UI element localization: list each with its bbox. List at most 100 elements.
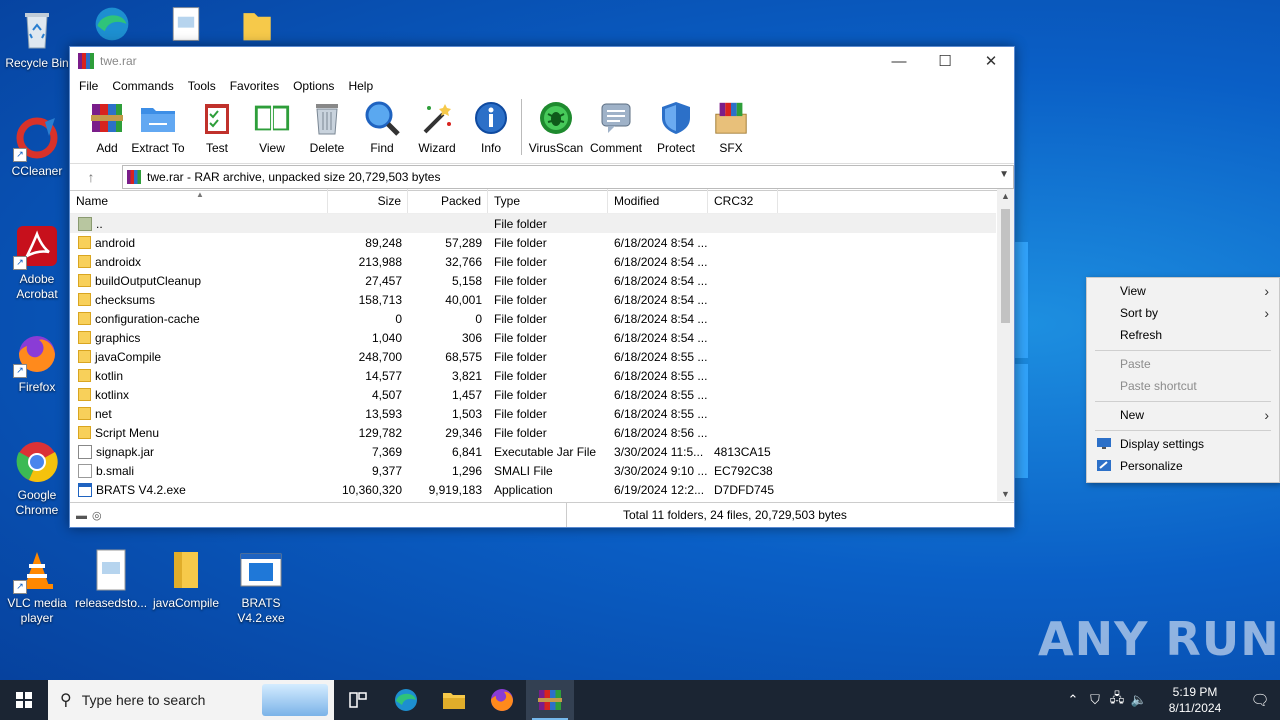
folder-icon [78,407,91,420]
taskbar-firefox-button[interactable] [478,680,526,720]
table-row[interactable]: kotlinx 4,507 1,457 File folder 6/18/2024 8:… [70,385,996,404]
find-button[interactable]: Find [356,99,408,155]
menu-tools[interactable]: Tools [181,79,223,93]
scroll-up-arrow-icon[interactable]: ▲ [997,191,1014,201]
info-button[interactable]: Info [466,99,516,155]
delete-button[interactable]: Delete [298,99,356,155]
desktop-icon-firefox[interactable]: ↗ Firefox [1,332,73,395]
view-button[interactable]: View [246,99,298,155]
file-packed-cell: 0 [475,311,482,326]
context-item-sort-by[interactable]: Sort by › [1087,302,1279,324]
desktop-icon-label: Recycle Bin [5,56,69,70]
menu-commands[interactable]: Commands [105,79,180,93]
desktop-icon-javacompile[interactable]: javaCompile [150,548,222,611]
desktop-icon-recycle-bin[interactable]: Recycle Bin [1,8,73,71]
table-row[interactable]: b.smali 9,377 1,296 SMALI File 3/30/2024 9:1… [70,461,996,480]
network-icon[interactable]: 🖧 [1106,689,1128,711]
add-button[interactable]: Add [86,99,128,155]
desktop-icon-vlc[interactable]: ↗ VLC media player [1,548,73,626]
context-item-new[interactable]: New › [1087,404,1279,426]
table-row[interactable]: android 89,248 57,289 File folder 6/18/2024 … [70,233,996,252]
title-bar[interactable]: twe.rar — ☐ ✕ [70,47,1014,75]
file-name-cell: BRATS V4.2.exe [70,482,328,497]
chevron-up-icon[interactable]: ⌃ [1062,692,1084,708]
table-row[interactable]: configuration-cache 0 0 File folder 6/18/202… [70,309,996,328]
extract-to-button[interactable]: Extract To [128,99,188,155]
file-list[interactable]: Name Size Packed Type Modified CRC32 .. F… [70,189,996,501]
column-size[interactable]: Size [328,189,408,213]
test-button[interactable]: Test [188,99,246,155]
context-item-personalize[interactable]: Personalize [1087,455,1279,477]
desktop-icon-folder-top[interactable] [222,4,294,52]
desktop-icon-brats[interactable]: BRATS V4.2.exe [225,548,297,626]
file-crc-cell: EC792C38 [714,463,773,478]
menu-favorites[interactable]: Favorites [223,79,286,93]
winrar-window[interactable]: twe.rar — ☐ ✕ File Commands Tools Favori… [69,46,1015,528]
table-row[interactable]: graphics 1,040 306 File folder 6/18/2024 8:5… [70,328,996,347]
archive-path-field[interactable]: twe.rar - RAR archive, unpacked size 20,… [122,165,1014,189]
table-row[interactable]: javaCompile 248,700 68,575 File folder 6/18/… [70,347,996,366]
column-type[interactable]: Type [488,189,608,213]
context-item-view[interactable]: View › [1087,280,1279,302]
desktop-icon-adobe-acrobat[interactable]: ↗ Adobe Acrobat [1,224,73,302]
scroll-down-arrow-icon[interactable]: ▼ [997,489,1014,499]
file-explorer-icon [443,693,465,709]
chevron-down-icon[interactable]: ▼ [999,169,1009,180]
table-row[interactable]: Script Menu 129,782 29,346 File folder 6/18/… [70,423,996,442]
context-item-refresh[interactable]: Refresh [1087,324,1279,346]
taskbar-explorer-button[interactable] [430,680,478,720]
desktop-icon-google-chrome[interactable]: Google Chrome [1,440,73,518]
volume-icon[interactable]: 🔈 [1128,692,1150,708]
table-row[interactable]: checksums 158,713 40,001 File folder 6/18/20… [70,290,996,309]
test-clipboard-icon [198,99,236,137]
table-row[interactable]: .. File folder [70,214,996,233]
up-arrow-icon[interactable]: ↑ [78,169,104,185]
table-row[interactable]: BRATS V4.2.exe 10,360,320 9,919,183 Applica… [70,480,996,499]
file-type-cell: File folder [494,235,547,250]
desktop-icon-released[interactable]: releasedsto... [75,548,147,611]
protect-button[interactable]: Protect [647,99,705,155]
minimize-button[interactable]: — [876,47,922,75]
close-button[interactable]: ✕ [968,47,1014,75]
file-packed-cell: 1,457 [451,387,482,402]
context-item-paste[interactable]: Paste [1087,353,1279,375]
column-crc32[interactable]: CRC32 [708,189,778,213]
column-modified[interactable]: Modified [608,189,708,213]
table-row[interactable]: net 13,593 1,503 File folder 6/18/2024 8:55 … [70,404,996,423]
table-row[interactable]: androidx 213,988 32,766 File folder 6/18/202… [70,252,996,271]
context-item-paste-shortcut[interactable]: Paste shortcut [1087,375,1279,397]
sfx-button[interactable]: SFX [705,99,757,155]
column-packed[interactable]: Packed [408,189,488,213]
context-item-display-settings[interactable]: Display settings [1087,433,1279,455]
taskbar-edge-button[interactable] [382,680,430,720]
table-row[interactable]: kotlin 14,577 3,821 File folder 6/18/2024 8:… [70,366,996,385]
clock[interactable]: 5:19 PM 8/11/2024 [1156,684,1234,716]
taskbar-winrar-button[interactable] [526,680,574,720]
menu-options[interactable]: Options [286,79,341,93]
comment-button[interactable]: Comment [585,99,647,155]
desktop-icon-edge[interactable] [76,4,148,52]
folder-icon [78,293,91,306]
wizard-button[interactable]: Wizard [408,99,466,155]
scrollbar-thumb[interactable] [1001,209,1010,323]
notifications-icon[interactable]: 🗨 [1240,691,1280,709]
file-packed-cell: 5,158 [451,273,482,288]
file-type-cell: File folder [494,406,547,421]
file-modified-cell: 6/18/2024 8:54 ... [614,235,708,250]
table-row[interactable]: buildOutputCleanup 27,457 5,158 File folder… [70,271,996,290]
vertical-scrollbar[interactable]: ▲ ▼ [997,189,1014,501]
table-row[interactable]: signapk.jar 7,369 6,841 Executable Jar File… [70,442,996,461]
start-button[interactable] [0,680,48,720]
menu-file[interactable]: File [72,79,105,93]
desktop-icon-ccleaner[interactable]: ↗ CCleaner [1,116,73,179]
maximize-button[interactable]: ☐ [922,47,968,75]
find-magnifier-icon [363,99,401,137]
task-view-button[interactable] [334,680,382,720]
column-name[interactable]: Name [70,189,328,213]
security-shield-icon[interactable]: ⛉ [1084,692,1106,708]
virusscan-button[interactable]: VirusScan [527,99,585,155]
menu-help[interactable]: Help [341,79,380,93]
windows-logo-icon [16,692,32,708]
taskbar-search-box[interactable]: ⚲ Type here to search [48,680,334,720]
desktop-icon-document-top[interactable] [150,4,222,52]
